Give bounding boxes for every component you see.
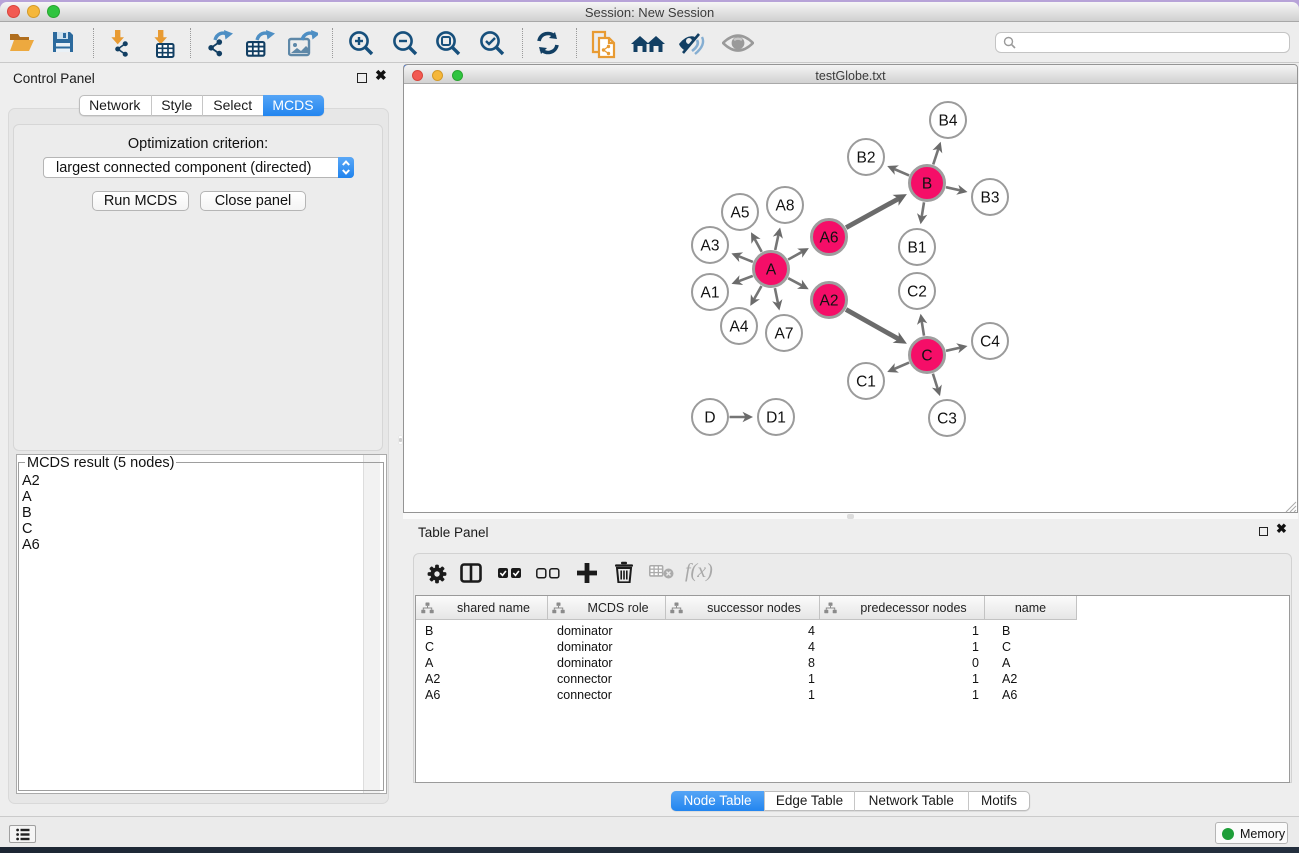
svg-text:D1: D1 (766, 410, 786, 427)
svg-text:B3: B3 (981, 190, 1000, 207)
svg-text:B4: B4 (939, 113, 958, 130)
svg-text:A: A (766, 262, 777, 279)
svg-text:B: B (922, 176, 932, 193)
svg-text:A1: A1 (701, 285, 720, 302)
svg-text:C2: C2 (907, 284, 927, 301)
svg-text:A6: A6 (820, 230, 839, 247)
svg-text:A3: A3 (701, 238, 720, 255)
svg-text:A2: A2 (820, 293, 839, 310)
svg-text:C: C (921, 348, 932, 365)
svg-text:C3: C3 (937, 411, 957, 428)
svg-text:B1: B1 (908, 240, 927, 257)
svg-text:A8: A8 (776, 198, 795, 215)
svg-text:A7: A7 (775, 326, 794, 343)
svg-text:A4: A4 (730, 319, 749, 336)
svg-text:B2: B2 (857, 150, 876, 167)
svg-text:C4: C4 (980, 334, 1000, 351)
svg-text:A5: A5 (731, 205, 750, 222)
svg-text:D: D (704, 410, 715, 427)
svg-text:C1: C1 (856, 374, 876, 391)
